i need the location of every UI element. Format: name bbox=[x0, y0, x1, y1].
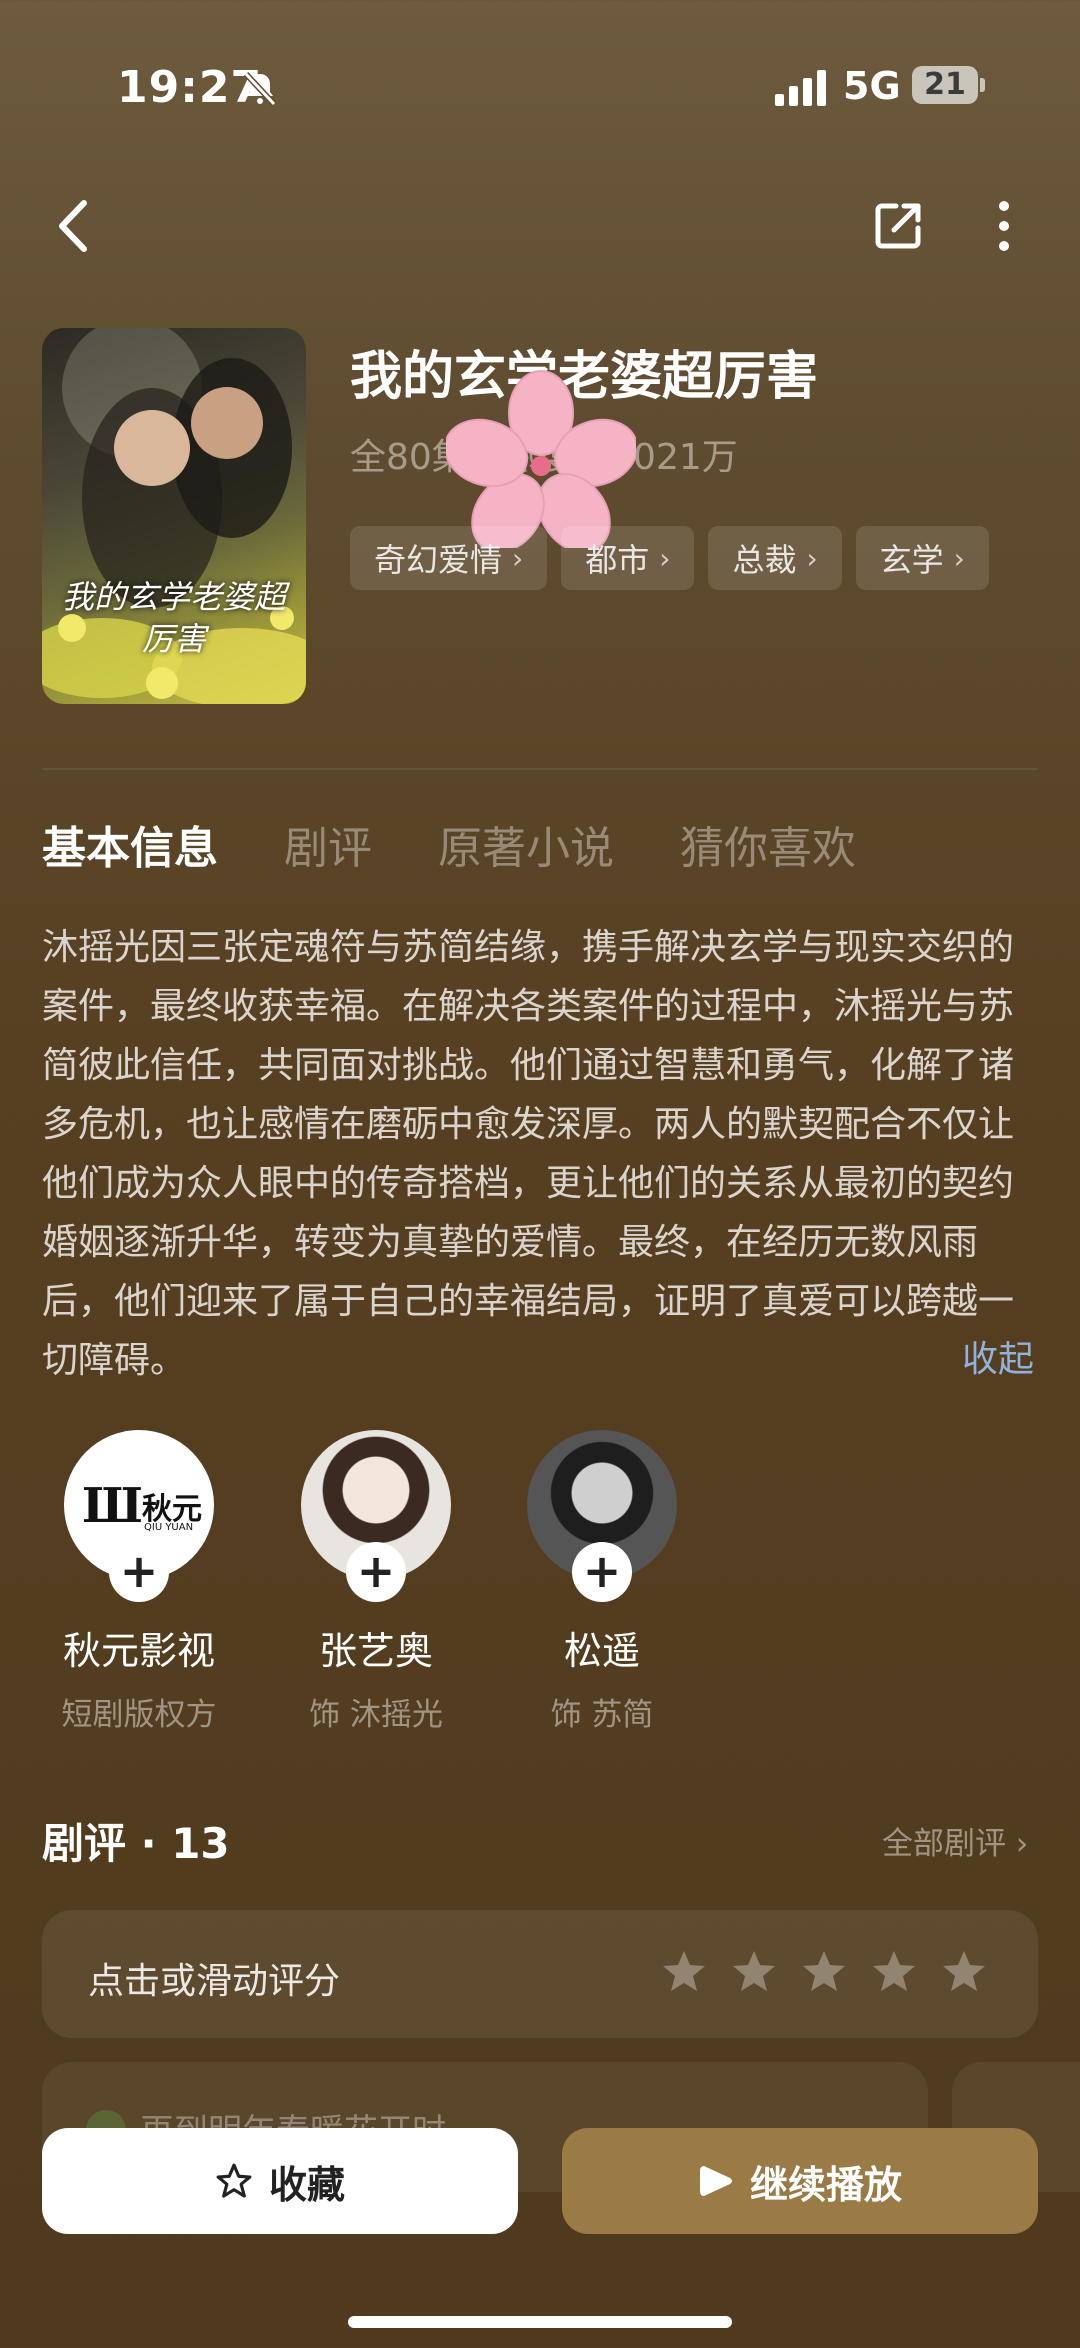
share-icon bbox=[875, 203, 921, 249]
more-vertical-icon bbox=[999, 201, 1009, 251]
rating-prompt: 点击或滑动评分 bbox=[88, 1961, 341, 2002]
chevron-right-icon: › bbox=[1015, 1826, 1029, 1862]
tab-basic-info[interactable]: 基本信息 bbox=[42, 812, 218, 876]
chevron-right-icon: › bbox=[659, 541, 671, 575]
follow-plus-icon[interactable]: + bbox=[109, 1542, 169, 1602]
synopsis-text: 沐摇光因三张定魂符与苏简结缘，携手解决玄学与现实交织的案件，最终收获幸福。在解决… bbox=[42, 927, 1015, 1381]
network-label: 5G bbox=[843, 64, 901, 108]
all-reviews-link[interactable]: 全部剧评 › bbox=[882, 1818, 1028, 1863]
tag-label: 奇幻爱情 bbox=[374, 541, 503, 579]
tag-chip[interactable]: 都市 › bbox=[561, 526, 695, 590]
poster-title-text: 我的玄学老婆超厉害 bbox=[61, 578, 286, 658]
back-button[interactable] bbox=[44, 196, 104, 256]
cast-item[interactable]: + 松遥 饰 苏简 bbox=[507, 1430, 697, 1734]
cast-name: 松遥 bbox=[563, 1629, 640, 1673]
star-icon[interactable] bbox=[940, 1948, 988, 1996]
tag-label: 都市 bbox=[585, 541, 650, 579]
star-icon[interactable] bbox=[660, 1948, 708, 1996]
star-icon[interactable] bbox=[800, 1948, 848, 1996]
cast-item[interactable]: + 张艺奥 饰 沐摇光 bbox=[281, 1430, 471, 1734]
more-button[interactable] bbox=[974, 196, 1034, 256]
collapse-button[interactable]: 收起 bbox=[962, 1330, 1034, 1382]
flower-sticker bbox=[446, 370, 636, 548]
back-arrow-icon bbox=[59, 200, 87, 252]
cast-name: 张艺奥 bbox=[318, 1629, 433, 1673]
tab-reviews[interactable]: 剧评 bbox=[284, 812, 372, 876]
star-icon[interactable] bbox=[870, 1948, 918, 1996]
play-icon bbox=[699, 2166, 732, 2196]
chevron-right-icon: › bbox=[512, 541, 524, 575]
all-reviews-label: 全部剧评 bbox=[882, 1826, 1006, 1862]
studio-logo-subtext: QIU YUAN bbox=[144, 1522, 194, 1533]
star-outline-icon bbox=[216, 2163, 252, 2198]
favorite-button[interactable]: 收藏 bbox=[42, 2128, 518, 2234]
drama-poster[interactable]: 我的玄学老婆超厉害 bbox=[42, 328, 306, 704]
cast-role: 饰 沐摇光 bbox=[309, 1697, 443, 1733]
cast-name: 秋元影视 bbox=[62, 1629, 215, 1673]
favorite-label: 收藏 bbox=[268, 2162, 345, 2207]
follow-plus-icon[interactable]: + bbox=[346, 1542, 406, 1602]
follow-plus-icon[interactable]: + bbox=[572, 1542, 632, 1602]
continue-play-button[interactable]: 继续播放 bbox=[562, 2128, 1038, 2234]
cast-item[interactable]: Ш 秋元 QIU YUAN + 秋元影视 短剧版权方 bbox=[44, 1430, 234, 1734]
avatar[interactable]: + bbox=[301, 1430, 451, 1602]
tag-label: 玄学 bbox=[879, 541, 944, 579]
tab-recommendations[interactable]: 猜你喜欢 bbox=[680, 812, 856, 876]
battery-tip bbox=[980, 78, 985, 92]
avatar[interactable]: Ш 秋元 QIU YUAN + bbox=[64, 1430, 214, 1602]
continue-play-label: 继续播放 bbox=[749, 2162, 902, 2207]
cast-role: 饰 苏简 bbox=[550, 1697, 654, 1733]
studio-logo-mark: Ш bbox=[82, 1478, 143, 1534]
reviews-title: 剧评 · 13 bbox=[42, 1819, 230, 1868]
avatar[interactable]: + bbox=[527, 1430, 677, 1602]
tag-label: 总裁 bbox=[732, 541, 797, 579]
mute-bell-icon bbox=[243, 71, 277, 107]
tag-chip[interactable]: 玄学 › bbox=[855, 526, 989, 590]
share-button[interactable] bbox=[868, 196, 928, 256]
section-divider bbox=[42, 768, 1038, 770]
chevron-right-icon: › bbox=[953, 541, 965, 575]
rating-stars[interactable] bbox=[660, 1948, 988, 1996]
tag-chip[interactable]: 奇幻爱情 › bbox=[350, 526, 548, 590]
tag-list: 奇幻爱情 › 都市 › 总裁 › 玄学 › bbox=[350, 526, 989, 590]
cast-role: 短剧版权方 bbox=[61, 1697, 217, 1733]
tag-chip[interactable]: 总裁 › bbox=[708, 526, 842, 590]
detail-tabs: 基本信息 剧评 原著小说 猜你喜欢 bbox=[42, 812, 856, 876]
battery-indicator: 21 bbox=[912, 66, 978, 104]
home-indicator bbox=[348, 2316, 732, 2328]
tab-original-novel[interactable]: 原著小说 bbox=[438, 812, 614, 876]
star-icon[interactable] bbox=[730, 1948, 778, 1996]
chevron-right-icon: › bbox=[806, 541, 818, 575]
signal-icon bbox=[775, 70, 826, 106]
